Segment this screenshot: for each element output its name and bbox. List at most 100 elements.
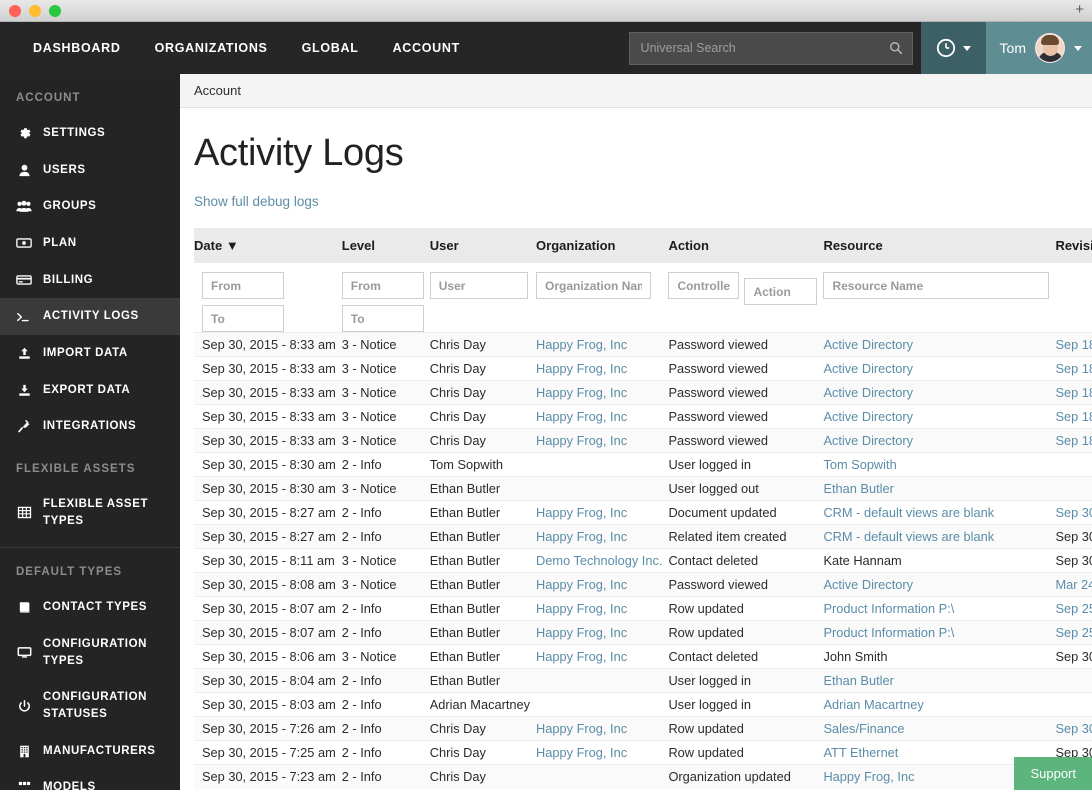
- cell-resource[interactable]: Active Directory: [823, 333, 1055, 357]
- cell-resource[interactable]: Product Information P:\: [823, 621, 1055, 645]
- filter-user[interactable]: [429, 272, 528, 299]
- cell-organization[interactable]: Happy Frog, Inc: [536, 573, 668, 597]
- filter-action[interactable]: [744, 278, 818, 305]
- table-row[interactable]: Sep 30, 2015 - 8:11 am 3 - Notice Ethan Bu…: [194, 548, 1092, 573]
- column-header-user[interactable]: User: [429, 228, 537, 263]
- table-row[interactable]: Sep 30, 2015 - 8:33 am 3 - Notice Chris Da…: [194, 356, 1092, 381]
- minimize-window-button[interactable]: [29, 4, 41, 17]
- cell-organization[interactable]: Happy Frog, Inc: [536, 525, 668, 549]
- cell-revision[interactable]: Sep 18, 201: [1055, 357, 1092, 381]
- table-row[interactable]: Sep 30, 2015 - 8:33 am 3 - Notice Chris Da…: [194, 404, 1092, 429]
- filter-controller[interactable]: [668, 272, 740, 299]
- sidebar-item-billing[interactable]: BILLING: [0, 262, 180, 299]
- user-menu-button[interactable]: Tom: [985, 22, 1092, 74]
- cell-resource[interactable]: CRM - default views are blank: [823, 501, 1055, 525]
- cell-resource[interactable]: CRM - default views are blank: [823, 525, 1055, 549]
- nav-item-organizations[interactable]: ORGANIZATIONS: [138, 41, 285, 55]
- cell-revision[interactable]: Sep 30, 201: [1055, 501, 1092, 525]
- nav-item-global[interactable]: GLOBAL: [285, 41, 376, 55]
- table-row[interactable]: Sep 30, 2015 - 8:04 am 2 - Info Ethan Butl…: [194, 668, 1092, 693]
- cell-organization[interactable]: Demo Technology Inc.: [536, 549, 668, 573]
- table-row[interactable]: Sep 30, 2015 - 8:03 am 2 - Info Adrian Mac…: [194, 692, 1092, 717]
- support-button[interactable]: Support: [1014, 757, 1092, 790]
- sidebar-item-configuration-types[interactable]: CONFIGURATION TYPES: [0, 626, 180, 679]
- cell-organization[interactable]: Happy Frog, Inc: [536, 381, 668, 405]
- cell-organization[interactable]: Happy Frog, Inc: [536, 429, 668, 453]
- close-window-button[interactable]: [9, 4, 21, 17]
- cell-organization[interactable]: Happy Frog, Inc: [536, 741, 668, 765]
- cell-organization[interactable]: Happy Frog, Inc: [536, 405, 668, 429]
- cell-resource[interactable]: Active Directory: [823, 381, 1055, 405]
- table-row[interactable]: Sep 30, 2015 - 8:06 am 3 - Notice Ethan Bu…: [194, 644, 1092, 669]
- sidebar-item-export-data[interactable]: EXPORT DATA: [0, 372, 180, 409]
- cell-organization[interactable]: Happy Frog, Inc: [536, 645, 668, 669]
- table-row[interactable]: Sep 30, 2015 - 8:27 am 2 - Info Ethan Butl…: [194, 500, 1092, 525]
- table-row[interactable]: Sep 30, 2015 - 8:33 am 3 - Notice Chris Da…: [194, 332, 1092, 357]
- cell-resource[interactable]: Product Information P:\: [823, 597, 1055, 621]
- sidebar-item-settings[interactable]: SETTINGS: [0, 115, 180, 152]
- table-row[interactable]: Sep 30, 2015 - 8:07 am 2 - Info Ethan Butl…: [194, 620, 1092, 645]
- recent-activity-button[interactable]: [920, 22, 986, 74]
- cell-resource[interactable]: Sales/Finance: [823, 717, 1055, 741]
- cell-revision[interactable]: Sep 25, 201: [1055, 621, 1092, 645]
- cell-organization[interactable]: Happy Frog, Inc: [536, 357, 668, 381]
- cell-revision[interactable]: Sep 25, 201: [1055, 597, 1092, 621]
- cell-revision[interactable]: Sep 30, 201: [1055, 717, 1092, 741]
- cell-organization[interactable]: Happy Frog, Inc: [536, 333, 668, 357]
- cell-revision[interactable]: Sep 18, 201: [1055, 405, 1092, 429]
- cell-resource[interactable]: Active Directory: [823, 573, 1055, 597]
- column-header-organization[interactable]: Organization: [536, 228, 669, 263]
- cell-revision[interactable]: Sep 18, 201: [1055, 333, 1092, 357]
- filter-level-from[interactable]: [341, 272, 424, 299]
- cell-resource[interactable]: Adrian Macartney: [823, 693, 1055, 717]
- table-row[interactable]: Sep 30, 2015 - 8:07 am 2 - Info Ethan Butl…: [194, 596, 1092, 621]
- maximize-window-button[interactable]: [49, 4, 61, 17]
- sidebar-item-configuration-statuses[interactable]: CONFIGURATION STATUSES: [0, 679, 180, 732]
- show-debug-logs-link[interactable]: Show full debug logs: [194, 194, 319, 209]
- sidebar-item-groups[interactable]: GROUPS: [0, 188, 180, 225]
- cell-resource[interactable]: Tom Sopwith: [823, 453, 1055, 477]
- column-header-resource[interactable]: Resource: [823, 228, 1056, 263]
- column-header-level[interactable]: Level: [341, 228, 430, 263]
- cell-resource[interactable]: Ethan Butler: [823, 669, 1055, 693]
- sidebar-item-flexible-asset-types[interactable]: FLEXIBLE ASSET TYPES: [0, 486, 180, 539]
- table-row[interactable]: Sep 30, 2015 - 7:23 am 2 - Info Chris Day O…: [194, 764, 1092, 789]
- filter-date-from[interactable]: [202, 272, 284, 299]
- cell-revision[interactable]: Sep 18, 201: [1055, 381, 1092, 405]
- cell-organization[interactable]: Happy Frog, Inc: [536, 597, 668, 621]
- sidebar-item-contact-types[interactable]: CONTACT TYPES: [0, 589, 180, 626]
- table-row[interactable]: Sep 30, 2015 - 8:27 am 2 - Info Ethan Butl…: [194, 524, 1092, 549]
- filter-resource[interactable]: [823, 272, 1050, 299]
- nav-item-account[interactable]: ACCOUNT: [376, 41, 477, 55]
- column-header-action[interactable]: Action: [668, 228, 824, 263]
- cell-resource[interactable]: Active Directory: [823, 405, 1055, 429]
- table-row[interactable]: Sep 30, 2015 - 8:30 am 2 - Info Tom Sopwit…: [194, 452, 1092, 477]
- sidebar-item-integrations[interactable]: INTEGRATIONS: [0, 408, 180, 445]
- cell-resource[interactable]: Active Directory: [823, 429, 1055, 453]
- table-row[interactable]: Sep 30, 2015 - 7:25 am 2 - Info Chris Day H…: [194, 740, 1092, 765]
- nav-item-dashboard[interactable]: DASHBOARD: [16, 41, 138, 55]
- table-row[interactable]: Sep 30, 2015 - 8:08 am 3 - Notice Ethan Bu…: [194, 572, 1092, 597]
- filter-level-to[interactable]: [341, 305, 424, 332]
- cell-revision[interactable]: Mar 24, 201: [1055, 573, 1092, 597]
- cell-resource[interactable]: Ethan Butler: [823, 477, 1055, 501]
- cell-organization[interactable]: Happy Frog, Inc: [536, 621, 668, 645]
- table-row[interactable]: Sep 30, 2015 - 8:33 am 3 - Notice Chris Da…: [194, 380, 1092, 405]
- search-icon[interactable]: [889, 41, 903, 55]
- sidebar-item-manufacturers[interactable]: MANUFACTURERS: [0, 733, 180, 770]
- search-input[interactable]: [629, 32, 912, 64]
- cell-revision[interactable]: Sep 18, 201: [1055, 429, 1092, 453]
- new-tab-icon[interactable]: +: [1075, 2, 1084, 18]
- table-row[interactable]: Sep 30, 2015 - 8:30 am 3 - Notice Ethan Bu…: [194, 476, 1092, 501]
- filter-organization[interactable]: [536, 272, 652, 299]
- sidebar-item-activity-logs[interactable]: ACTIVITY LOGS: [0, 298, 180, 336]
- sidebar-item-users[interactable]: USERS: [0, 152, 180, 189]
- sidebar-item-plan[interactable]: PLAN: [0, 225, 180, 262]
- breadcrumb[interactable]: Account: [194, 83, 241, 98]
- column-header-revision[interactable]: Revision: [1055, 228, 1092, 263]
- table-row[interactable]: Sep 30, 2015 - 8:33 am 3 - Notice Chris Da…: [194, 428, 1092, 453]
- cell-organization[interactable]: Happy Frog, Inc: [536, 717, 668, 741]
- sidebar-item-models[interactable]: MODELS: [0, 769, 180, 790]
- sidebar-item-import-data[interactable]: IMPORT DATA: [0, 335, 180, 372]
- cell-resource[interactable]: Active Directory: [823, 357, 1055, 381]
